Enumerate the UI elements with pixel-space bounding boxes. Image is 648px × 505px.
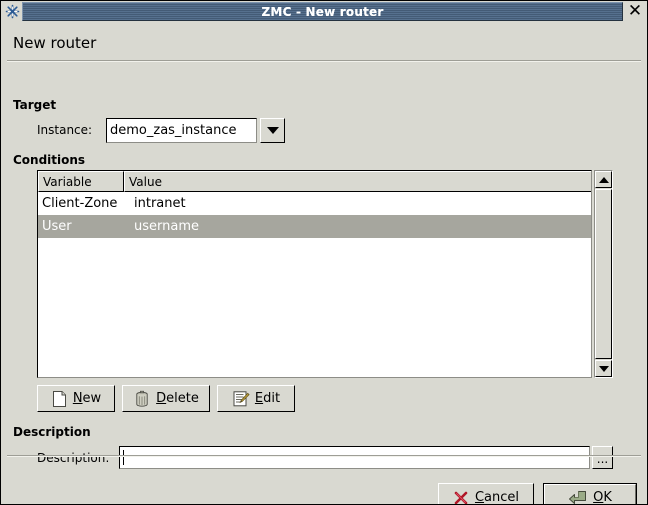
cancel-button[interactable]: Cancel (438, 483, 534, 505)
new-button[interactable]: New (37, 385, 115, 412)
cell-variable: User (42, 219, 72, 234)
table-row[interactable]: User username (38, 215, 591, 238)
dialog-body: New router Target Instance: demo_zas_ins… (1, 22, 647, 505)
ok-button[interactable]: OK (543, 483, 637, 505)
delete-button[interactable]: Delete (122, 385, 210, 412)
window-title: ZMC - New router (261, 4, 384, 19)
dialog-window: ZMC - New router ✕ New router Target Ins… (0, 0, 648, 505)
red-x-icon (453, 490, 469, 505)
cell-value: intranet (134, 196, 186, 211)
green-enter-arrow-icon (568, 489, 587, 504)
instance-value[interactable]: demo_zas_instance (106, 118, 257, 143)
table-header-row: Variable Value (38, 171, 591, 192)
ok-button-inner: OK (544, 484, 636, 505)
conditions-listview[interactable]: Variable Value Client-Zone intranet User… (37, 170, 592, 378)
scrollbar-thumb[interactable] (595, 189, 612, 359)
dialog-footer: Cancel OK (438, 483, 637, 505)
cancel-button-label: Cancel (474, 490, 520, 505)
arrow-up-icon (598, 176, 609, 183)
target-group-label: Target (13, 98, 57, 112)
edit-button[interactable]: Edit (217, 385, 295, 412)
conditions-action-buttons: New Delete Edit (37, 385, 295, 412)
cell-value: username (134, 219, 199, 234)
title-bar-strip: ZMC - New router (22, 2, 623, 21)
arrow-down-icon (598, 365, 609, 372)
column-header-value[interactable]: Value (124, 171, 591, 192)
chevron-down-glyph (266, 127, 279, 134)
edit-pencil-icon (232, 390, 250, 408)
ok-button-label: OK (593, 490, 612, 505)
conditions-list-container: Variable Value Client-Zone intranet User… (37, 170, 613, 378)
cell-variable: Client-Zone (42, 196, 118, 211)
header-divider (7, 60, 641, 62)
scroll-up-button[interactable] (595, 171, 612, 188)
edit-button-label: Edit (254, 391, 281, 406)
scrollbar-track[interactable] (595, 188, 612, 360)
table-row[interactable]: Client-Zone intranet (38, 192, 591, 215)
close-button[interactable]: ✕ (624, 1, 646, 22)
text-caret (123, 450, 124, 465)
chevron-down-icon[interactable] (260, 118, 285, 143)
description-browse-button[interactable]: ... (592, 446, 613, 469)
instance-label: Instance: (37, 123, 93, 137)
conditions-group-label: Conditions (13, 153, 86, 167)
delete-button-label: Delete (156, 391, 199, 406)
close-icon: ✕ (627, 1, 643, 21)
new-document-icon (51, 390, 68, 408)
trash-can-icon (133, 390, 151, 408)
instance-combobox[interactable]: demo_zas_instance (106, 118, 285, 143)
description-group-label: Description (13, 425, 91, 439)
title-bar: ZMC - New router ✕ (1, 1, 647, 22)
footer-divider (7, 455, 641, 457)
vertical-scrollbar[interactable] (594, 170, 613, 378)
page-title: New router (13, 34, 97, 52)
snowflake-icon (2, 2, 22, 21)
description-label: Description: (37, 451, 110, 465)
scroll-down-button[interactable] (595, 360, 612, 377)
description-input[interactable] (119, 446, 590, 469)
new-button-label: New (72, 391, 102, 406)
column-header-variable[interactable]: Variable (38, 171, 124, 192)
